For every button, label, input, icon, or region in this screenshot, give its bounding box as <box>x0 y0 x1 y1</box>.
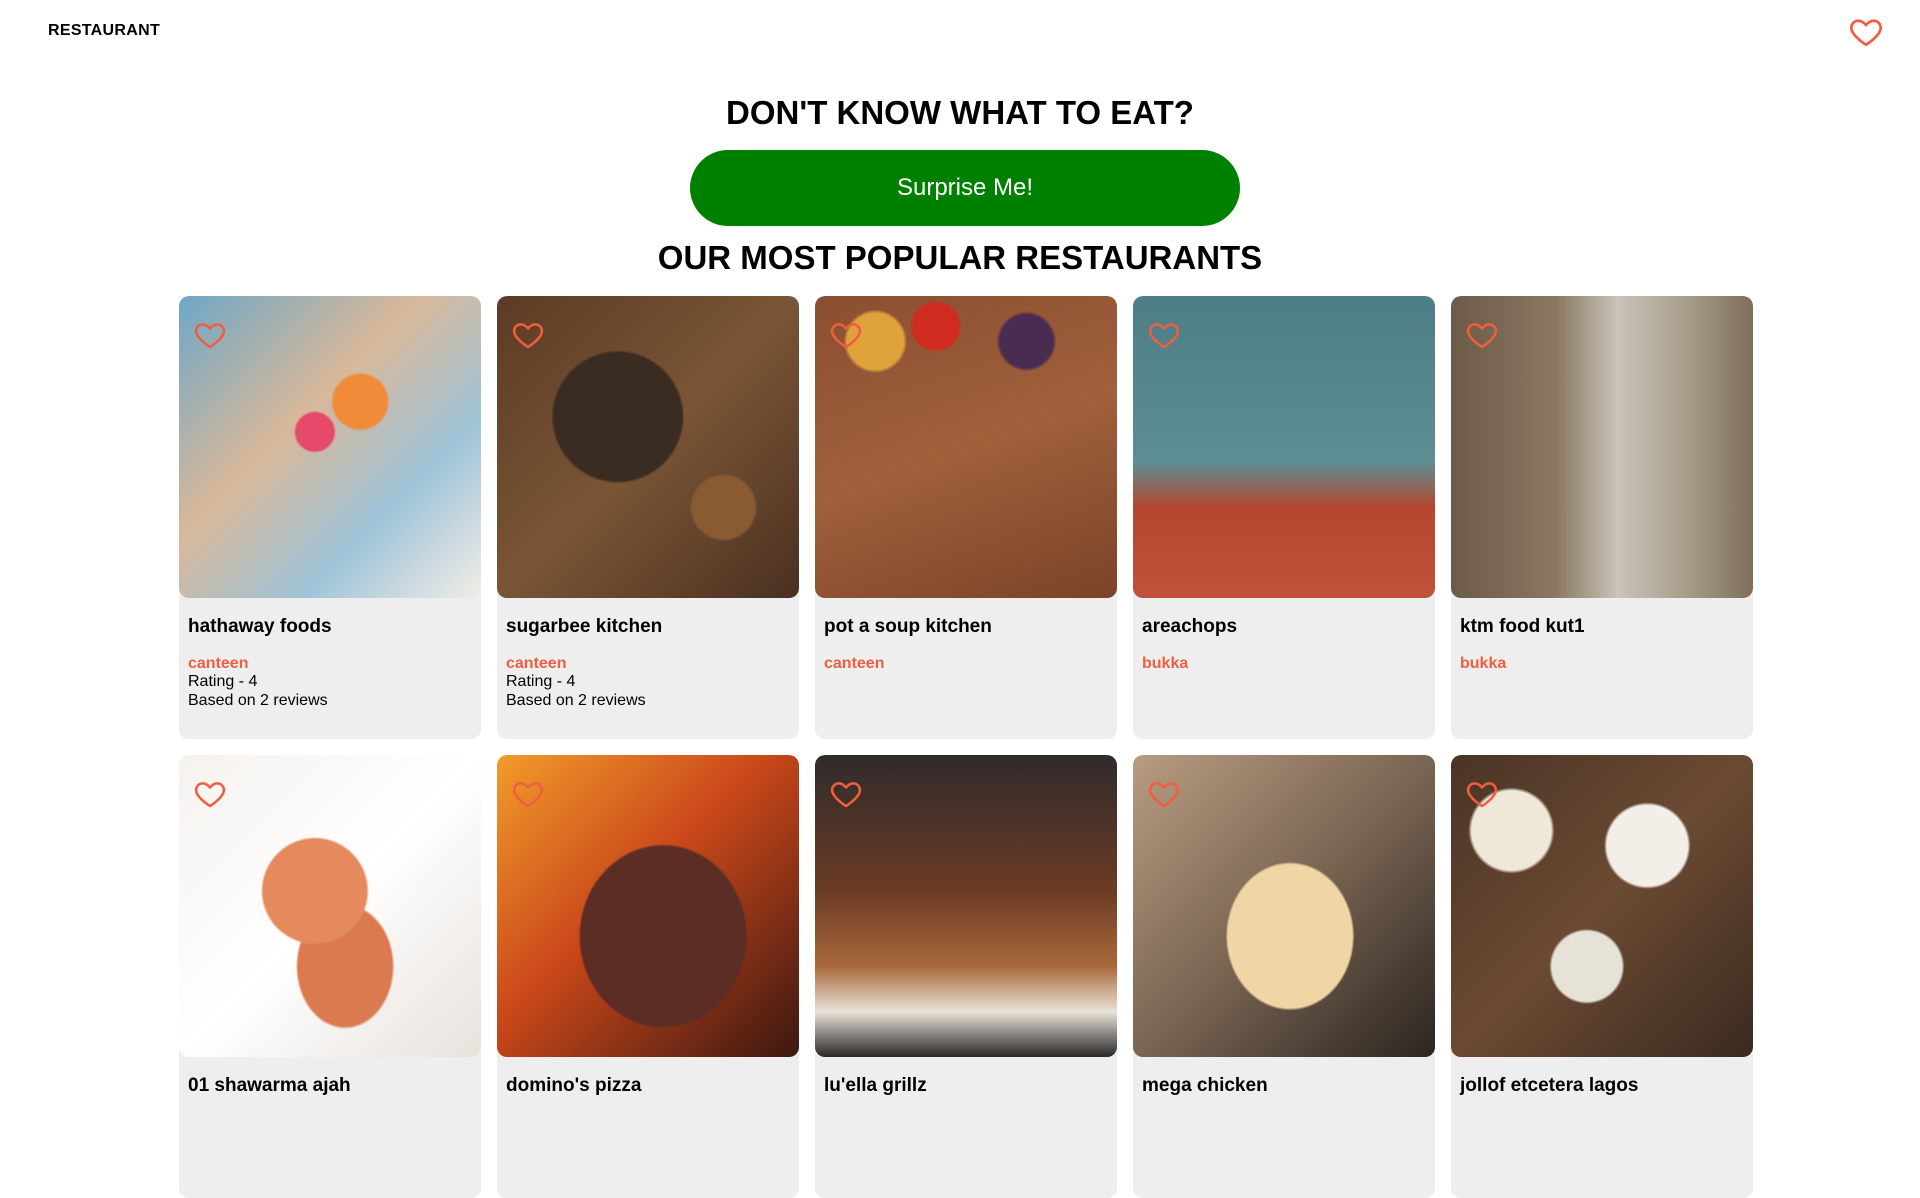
restaurant-category: bukka <box>1460 655 1507 672</box>
restaurant-image[interactable] <box>815 296 1117 598</box>
hero-title: DON'T KNOW WHAT TO EAT? <box>726 94 1194 131</box>
restaurant-card[interactable]: domino's pizza <box>497 755 799 1198</box>
restaurant-card[interactable]: pot a soup kitchen canteen <box>815 296 1117 739</box>
restaurant-name[interactable]: domino's pizza <box>506 1075 641 1097</box>
restaurant-rating: Rating - 4 <box>188 673 258 690</box>
restaurant-card[interactable]: 01 shawarma ajah <box>179 755 481 1198</box>
top-bar: RESTAURANT <box>0 0 1920 64</box>
restaurant-name[interactable]: hathaway foods <box>188 616 332 638</box>
restaurant-name[interactable]: sugarbee kitchen <box>506 616 662 638</box>
restaurant-rating: Rating - 4 <box>506 673 576 690</box>
restaurant-image[interactable] <box>179 296 481 598</box>
heart-outline-icon[interactable] <box>1147 777 1181 811</box>
restaurant-card[interactable]: areachops bukka <box>1133 296 1435 739</box>
restaurant-name[interactable]: ktm food kut1 <box>1460 616 1585 638</box>
restaurant-name[interactable]: areachops <box>1142 616 1237 638</box>
restaurant-category: bukka <box>1142 655 1189 672</box>
heart-outline-icon[interactable] <box>193 318 227 352</box>
brand-logo[interactable]: RESTAURANT <box>48 22 160 40</box>
restaurant-image[interactable] <box>179 755 481 1057</box>
heart-outline-icon[interactable] <box>511 318 545 352</box>
restaurant-image[interactable] <box>1133 296 1435 598</box>
restaurant-card[interactable]: ktm food kut1 bukka <box>1451 296 1753 739</box>
restaurant-image[interactable] <box>1451 755 1753 1057</box>
restaurant-image[interactable] <box>1451 296 1753 598</box>
restaurant-name[interactable]: lu'ella grillz <box>824 1075 927 1097</box>
restaurant-reviews: Based on 2 reviews <box>506 692 646 709</box>
heart-outline-icon[interactable] <box>829 777 863 811</box>
restaurant-image[interactable] <box>1133 755 1435 1057</box>
restaurant-card[interactable]: lu'ella grillz <box>815 755 1117 1198</box>
heart-outline-icon[interactable] <box>1465 318 1499 352</box>
heart-outline-icon[interactable] <box>1465 777 1499 811</box>
restaurant-name[interactable]: 01 shawarma ajah <box>188 1075 351 1097</box>
restaurant-category: canteen <box>506 655 567 672</box>
restaurant-name[interactable]: pot a soup kitchen <box>824 616 992 638</box>
surprise-me-button[interactable]: Surprise Me! <box>690 150 1240 226</box>
restaurant-category: canteen <box>824 655 885 672</box>
heart-outline-icon[interactable] <box>1147 318 1181 352</box>
restaurant-category: canteen <box>188 655 249 672</box>
restaurant-name[interactable]: jollof etcetera lagos <box>1460 1075 1638 1097</box>
restaurant-image[interactable] <box>815 755 1117 1057</box>
restaurant-card[interactable]: sugarbee kitchen canteen Rating - 4 Base… <box>497 296 799 739</box>
restaurant-card[interactable]: jollof etcetera lagos <box>1451 755 1753 1198</box>
heart-outline-icon[interactable] <box>1848 14 1884 50</box>
restaurant-card[interactable]: hathaway foods canteen Rating - 4 Based … <box>179 296 481 739</box>
heart-outline-icon[interactable] <box>829 318 863 352</box>
restaurant-name[interactable]: mega chicken <box>1142 1075 1268 1097</box>
heart-outline-icon[interactable] <box>193 777 227 811</box>
heart-outline-icon[interactable] <box>511 777 545 811</box>
popular-section-title: OUR MOST POPULAR RESTAURANTS <box>657 239 1263 276</box>
restaurant-image[interactable] <box>497 755 799 1057</box>
restaurant-card[interactable]: mega chicken <box>1133 755 1435 1198</box>
restaurant-image[interactable] <box>497 296 799 598</box>
restaurant-grid: hathaway foods canteen Rating - 4 Based … <box>179 296 1753 1198</box>
restaurant-reviews: Based on 2 reviews <box>188 692 328 709</box>
